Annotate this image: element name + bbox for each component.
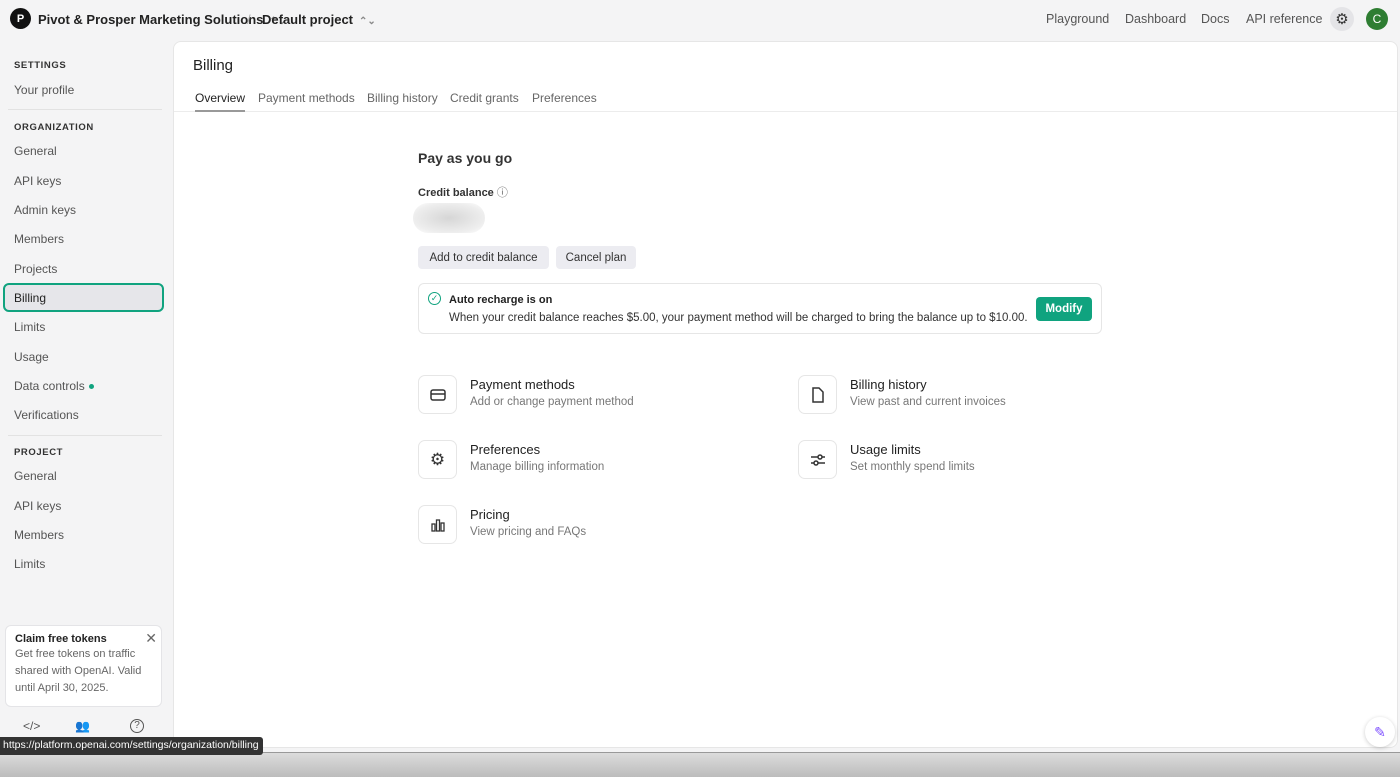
nav-dashboard[interactable]: Dashboard [1125, 12, 1186, 26]
sidebar-item-general[interactable]: General [14, 144, 57, 158]
link-payment-methods-sub: Add or change payment method [470, 396, 634, 408]
link-billing-history-sub: View past and current invoices [850, 396, 1006, 408]
sidebar-item-admin-keys[interactable]: Admin keys [14, 203, 76, 217]
page-title: Billing [193, 57, 234, 74]
tab-payment-methods[interactable]: Payment methods [258, 91, 355, 105]
bar-chart-icon[interactable] [418, 505, 457, 544]
recharge-text: When your credit balance reaches $5.00, … [449, 312, 1028, 324]
org-logo: P [10, 8, 31, 29]
billing-panel: Billing Overview Payment methods Billing… [173, 41, 1398, 748]
sidebar-item-members[interactable]: Members [14, 232, 64, 246]
divider [8, 435, 162, 436]
sidebar-item-verifications[interactable]: Verifications [14, 408, 79, 422]
sidebar-item-api-keys[interactable]: API keys [14, 174, 61, 188]
info-icon[interactable]: ⓘ [497, 187, 508, 199]
credit-balance-value-blurred [413, 203, 485, 233]
code-icon[interactable]: </> [23, 719, 40, 733]
add-credit-button[interactable]: Add to credit balance [418, 246, 549, 269]
org-name: Pivot & Prosper Marketing Solutions [38, 12, 264, 27]
link-billing-history[interactable]: Billing history [850, 377, 927, 392]
project-name: Default project [262, 12, 354, 27]
edit-pencil-icon[interactable]: ✎ [1365, 717, 1395, 747]
top-bar: P Pivot & Prosper Marketing Solutions ⌃⌄ … [0, 0, 1400, 40]
cancel-plan-button[interactable]: Cancel plan [556, 246, 636, 269]
sliders-icon[interactable] [798, 440, 837, 479]
breadcrumb-separator: / [247, 12, 251, 27]
nav-docs[interactable]: Docs [1201, 12, 1229, 26]
close-icon[interactable]: ✕ [145, 630, 157, 647]
tab-overview[interactable]: Overview [195, 91, 246, 112]
claim-title: Claim free tokens [15, 633, 107, 645]
tab-preferences[interactable]: Preferences [532, 91, 597, 105]
project-heading: PROJECT [14, 447, 64, 458]
sidebar-item-project-members[interactable]: Members [14, 528, 64, 542]
sidebar-item-projects[interactable]: Projects [14, 262, 57, 276]
chevron-updown-icon: ⌃⌄ [359, 16, 376, 27]
recharge-title: Auto recharge is on [449, 294, 553, 306]
credit-balance-label: Credit balance ⓘ [418, 184, 508, 200]
sidebar-item-billing[interactable]: Billing [14, 291, 46, 305]
link-pricing[interactable]: Pricing [470, 507, 510, 522]
status-bar-url: https://platform.openai.com/settings/org… [0, 737, 263, 755]
document-icon[interactable] [798, 375, 837, 414]
claim-text: Get free tokens on traffic shared with O… [15, 648, 142, 694]
gear-icon[interactable]: ⚙ [418, 440, 457, 479]
link-pricing-sub: View pricing and FAQs [470, 526, 587, 538]
link-payment-methods[interactable]: Payment methods [470, 377, 575, 392]
link-usage-limits[interactable]: Usage limits [850, 442, 921, 457]
new-dot-icon [88, 384, 94, 390]
auto-recharge-card: ✓ Auto recharge is on When your credit b… [418, 283, 1102, 334]
sidebar-item-project-general[interactable]: General [14, 469, 57, 483]
avatar[interactable]: C [1366, 8, 1388, 30]
settings-gear-icon[interactable]: ⚙ [1330, 7, 1354, 31]
claim-tokens-card: Claim free tokens Get free tokens on tra… [5, 625, 162, 707]
billing-tabs: Overview Payment methods Billing history… [174, 90, 1397, 112]
link-preferences-sub: Manage billing information [470, 461, 605, 473]
sidebar-item-usage[interactable]: Usage [14, 350, 49, 364]
sidebar-item-project-limits[interactable]: Limits [14, 557, 45, 571]
plan-title: Pay as you go [418, 150, 513, 166]
sidebar-item-data-controls[interactable]: Data controls [14, 379, 94, 393]
help-icon[interactable]: ? [130, 719, 144, 733]
sidebar-item-your-profile[interactable]: Your profile [14, 83, 74, 97]
users-icon[interactable]: 👥 [75, 719, 90, 733]
sidebar-item-project-api-keys[interactable]: API keys [14, 499, 61, 513]
sidebar-item-limits[interactable]: Limits [14, 320, 45, 334]
sidebar-item-label: Data controls [14, 379, 85, 393]
tab-billing-history[interactable]: Billing history [367, 91, 438, 105]
credit-card-icon[interactable] [418, 375, 457, 414]
link-preferences[interactable]: Preferences [470, 442, 540, 457]
tab-credit-grants[interactable]: Credit grants [450, 91, 519, 105]
organization-heading: ORGANIZATION [14, 122, 94, 133]
modify-button[interactable]: Modify [1036, 297, 1092, 321]
link-usage-limits-sub: Set monthly spend limits [850, 461, 975, 473]
divider [8, 109, 162, 110]
nav-playground[interactable]: Playground [1046, 12, 1109, 26]
check-circle-icon: ✓ [428, 292, 441, 305]
nav-api-reference[interactable]: API reference [1246, 12, 1322, 26]
settings-heading: SETTINGS [14, 60, 67, 71]
credit-balance-text: Credit balance [418, 187, 494, 199]
window-bottom-edge [0, 752, 1400, 777]
project-switcher[interactable]: Default project ⌃⌄ [262, 12, 376, 27]
